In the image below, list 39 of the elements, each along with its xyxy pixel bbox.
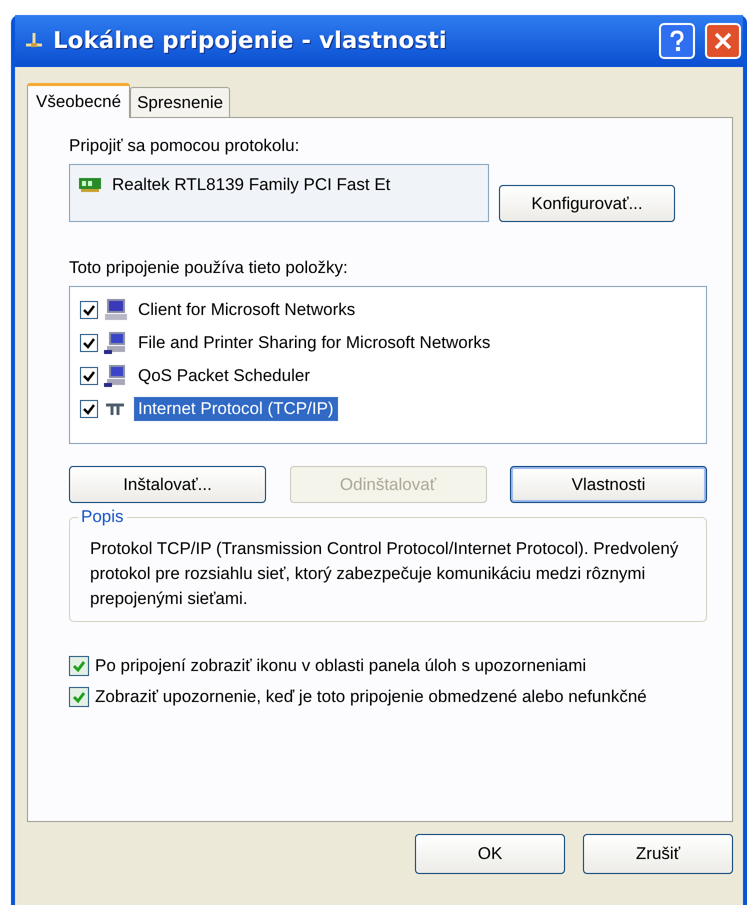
- list-item[interactable]: Client for Microsoft Networks: [134, 298, 360, 322]
- checkbox[interactable]: [80, 334, 98, 352]
- checkbox[interactable]: [80, 300, 98, 318]
- tab[interactable]: Spresnenie: [130, 87, 230, 117]
- button[interactable]: Zrušiť: [583, 834, 733, 874]
- help-button[interactable]: [659, 23, 695, 59]
- button: Odinštalovať: [290, 466, 486, 503]
- check-icon: [82, 402, 96, 416]
- check-icon: [71, 689, 87, 705]
- button[interactable]: OK: [415, 834, 565, 874]
- group-title: Popis: [78, 507, 127, 527]
- computer-icon: [104, 298, 128, 322]
- checkbox[interactable]: [69, 687, 89, 707]
- checkbox[interactable]: [69, 656, 89, 676]
- checkbox[interactable]: [80, 366, 98, 384]
- check-icon: [71, 658, 87, 674]
- configure-button[interactable]: Konfigurovať...: [499, 185, 675, 222]
- checkbox[interactable]: [80, 400, 98, 418]
- button[interactable]: Vlastnosti: [510, 466, 707, 503]
- button[interactable]: Inštalovať...: [69, 466, 266, 503]
- description-text: Protokol TCP/IP (Transmission Control Protocol/Internet Protocol). Predvolený protokol pre rozsiahlu sieť, ktorý zabezpečuje komunikáciu medzi rôznymi prepojenými sieťami.: [90, 538, 680, 610]
- check-icon: [82, 302, 96, 316]
- close-button[interactable]: [705, 23, 741, 59]
- close-icon: [713, 31, 733, 51]
- list-item[interactable]: QoS Packet Scheduler: [134, 364, 314, 388]
- list-item[interactable]: Internet Protocol (TCP/IP): [134, 396, 338, 420]
- list-item[interactable]: File and Printer Sharing for Microsoft Networks: [134, 330, 494, 354]
- checkbox-label: Po pripojení zobraziť ikonu v oblasti panela úloh s upozorneniami: [95, 655, 586, 677]
- computer-icon: [104, 330, 128, 354]
- label: Pripojiť sa pomocou protokolu:: [69, 136, 300, 156]
- check-icon: [82, 336, 96, 350]
- tab[interactable]: Všeobecné: [27, 83, 130, 118]
- window-title: Lokálne pripojenie - vlastnosti: [53, 28, 447, 54]
- computer-icon: [104, 364, 128, 388]
- network-card-icon: [78, 175, 102, 193]
- checkbox-label: Zobraziť upozornenie, keď je toto pripojenie obmedzené alebo nefunkčné: [95, 686, 647, 708]
- label: Toto pripojenie používa tieto položky:: [69, 258, 349, 278]
- check-icon: [82, 368, 96, 382]
- adapter-name: Realtek RTL8139 Family PCI Fast Et: [112, 175, 390, 195]
